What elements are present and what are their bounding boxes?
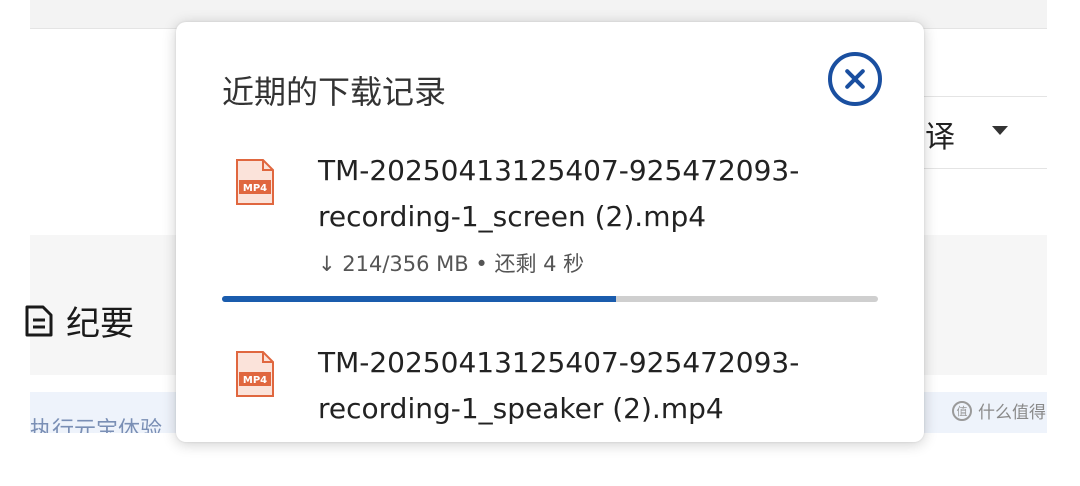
background-divider (924, 96, 1047, 97)
watermark-logo-icon: 值 (952, 400, 972, 421)
background-link-text[interactable]: 执行元宝体验 (30, 412, 180, 433)
download-item[interactable]: MP4 TM-20250413125407-925472093- recordi… (176, 336, 924, 486)
chevron-down-icon[interactable] (992, 126, 1008, 135)
svg-text:MP4: MP4 (243, 375, 267, 386)
download-status: ↓ 214/356 MB • 还剩 4 秒 (318, 252, 585, 276)
svg-text:MP4: MP4 (243, 183, 267, 194)
summary-label: 纪要 (66, 304, 134, 344)
downloads-panel: 近期的下载记录 MP4 TM-20250413125407-925472093-… (176, 22, 924, 442)
file-name-line: TM-20250413125407-925472093- (318, 346, 800, 379)
file-name-line: TM-20250413125407-925472093- (318, 154, 800, 187)
file-name: TM-20250413125407-925472093- recording-1… (318, 340, 878, 432)
file-name: TM-20250413125407-925472093- recording-1… (318, 148, 878, 240)
file-name-line: recording-1_screen (2).mp4 (318, 200, 707, 233)
download-progress-bar (222, 296, 878, 302)
download-progress-fill (222, 296, 616, 302)
mp4-file-icon: MP4 (236, 159, 274, 205)
download-item[interactable]: MP4 TM-20250413125407-925472093- recordi… (176, 144, 924, 294)
translate-menu-label[interactable]: 译 (925, 112, 955, 156)
mp4-file-icon: MP4 (236, 351, 274, 397)
background-right-edge (1047, 0, 1080, 433)
summary-tab[interactable]: 纪要 (24, 296, 134, 345)
close-icon[interactable] (828, 52, 882, 106)
file-name-line: recording-1_speaker (2).mp4 (318, 392, 724, 425)
document-lines-icon (25, 305, 53, 336)
panel-title: 近期的下载记录 (222, 73, 447, 111)
background-left-edge (0, 0, 30, 433)
background-divider (924, 168, 1047, 169)
